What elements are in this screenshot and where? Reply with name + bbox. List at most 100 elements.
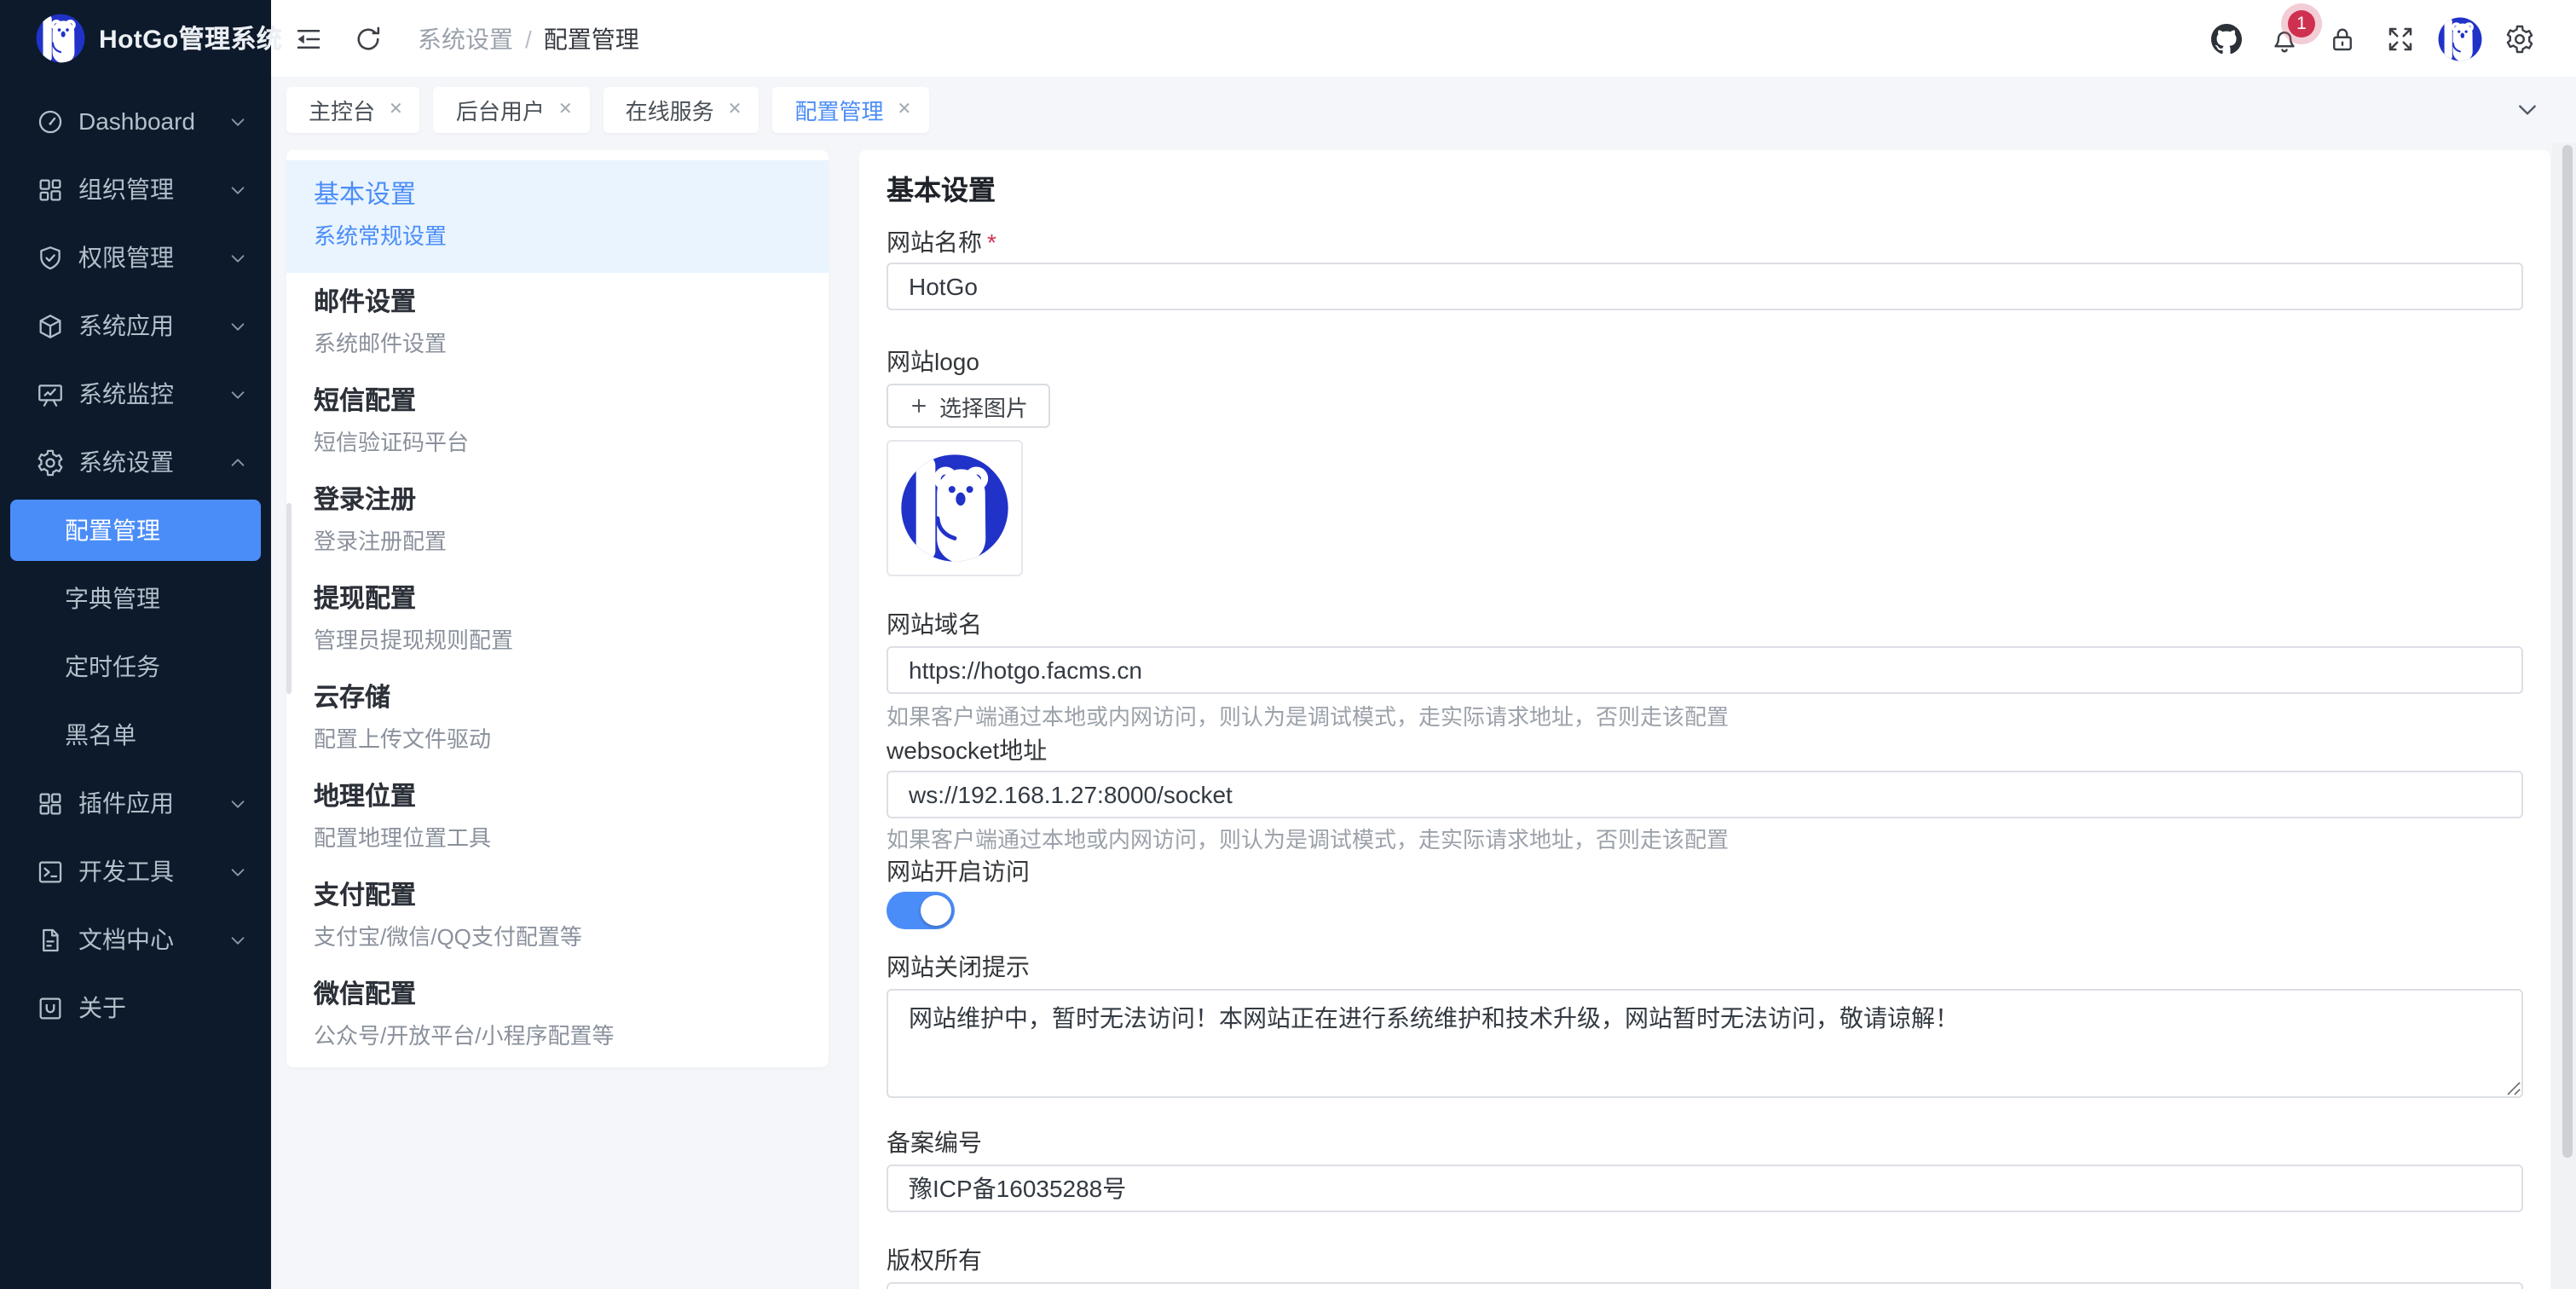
chevron-down-icon <box>228 862 247 881</box>
chevron-up-icon <box>228 453 247 471</box>
required-mark: * <box>987 228 996 256</box>
tab-admin-users[interactable]: 后台用户 ✕ <box>434 87 590 133</box>
user-avatar[interactable] <box>2438 16 2482 61</box>
icp-input[interactable] <box>887 1165 2523 1212</box>
settings-nav-cloud-storage[interactable]: 云存储 配置上传文件驱动 <box>286 668 829 767</box>
refresh-icon[interactable] <box>353 23 384 54</box>
chevron-down-icon <box>228 930 247 949</box>
app-logo[interactable]: HotGo管理系统 <box>0 0 271 77</box>
sidebar-item-config-management[interactable]: 配置管理 <box>10 500 261 561</box>
top-header: 系统设置 / 配置管理 1 <box>271 0 2576 77</box>
chevron-down-icon <box>228 794 247 812</box>
plus-icon <box>909 396 929 416</box>
sidebar-item-about[interactable]: 关于 <box>0 974 271 1042</box>
sidebar-item-settings[interactable]: 系统设置 <box>0 428 271 496</box>
copyright-input[interactable] <box>887 1282 2523 1289</box>
fullscreen-icon <box>2385 23 2416 54</box>
settings-nav-wechat[interactable]: 微信配置 公众号/开放平台/小程序配置等 <box>286 965 829 1064</box>
tab-close-icon[interactable]: ✕ <box>389 101 403 119</box>
settings-nav-card: 基本设置 系统常规设置 邮件设置 系统邮件设置 短信配置 短信验证码平台 登录注… <box>286 150 829 1067</box>
settings-nav-basic[interactable]: 基本设置 系统常规设置 <box>286 160 829 273</box>
tab-close-icon[interactable]: ✕ <box>558 101 573 119</box>
hotgo-admin-app: HotGo管理系统 Dashboard 组织管理 权限管理 系统应用 <box>0 0 2576 1289</box>
shield-check-icon <box>36 243 65 272</box>
plugin-grid-icon <box>36 789 65 818</box>
notification-badge: 1 <box>2288 10 2315 38</box>
sidebar: HotGo管理系统 Dashboard 组织管理 权限管理 系统应用 <box>0 0 271 1289</box>
app-title: HotGo管理系统 <box>99 20 282 56</box>
collapse-sidebar-icon[interactable] <box>293 23 324 54</box>
lock-icon <box>2327 23 2358 54</box>
site-logo-preview[interactable] <box>887 440 1023 576</box>
sidebar-item-dashboard[interactable]: Dashboard <box>0 87 271 155</box>
tabs-dropdown-icon[interactable] <box>2516 99 2538 121</box>
copyright-label: 版权所有 <box>887 1243 2523 1277</box>
tab-strip: 主控台 ✕ 后台用户 ✕ 在线服务 ✕ 配置管理 ✕ <box>271 77 2576 143</box>
lock-screen-button[interactable] <box>2313 0 2371 77</box>
sidebar-item-org[interactable]: 组织管理 <box>0 155 271 223</box>
close-tip-textarea[interactable]: 网站维护中，暂时无法访问！本网站正在进行系统维护和技术升级，网站暂时无法访问，敬… <box>887 989 2523 1098</box>
settings-nav-sms[interactable]: 短信配置 短信验证码平台 <box>286 372 829 471</box>
fullscreen-button[interactable] <box>2371 0 2429 77</box>
koala-logo-image <box>900 454 1009 563</box>
domain-helper: 如果客户端通过本地或内网访问，则认为是调试模式，走实际请求地址，否则走该配置 <box>887 702 2523 731</box>
websocket-helper: 如果客户端通过本地或内网访问，则认为是调试模式，走实际请求地址，否则走该配置 <box>887 825 2523 854</box>
tab-dashboard[interactable]: 主控台 ✕ <box>286 87 420 133</box>
settings-nav-geo[interactable]: 地理位置 配置地理位置工具 <box>286 767 829 866</box>
sidebar-menu: Dashboard 组织管理 权限管理 系统应用 系统监控 <box>0 77 271 1042</box>
dashboard-icon <box>36 107 65 136</box>
websocket-label: websocket地址 <box>887 733 2523 767</box>
chevron-down-icon <box>228 384 247 403</box>
site-name-label: 网站名称* <box>887 225 2523 259</box>
chevron-down-icon <box>228 180 247 199</box>
site-access-label: 网站开启访问 <box>887 854 2523 888</box>
nav-card-scrollbar[interactable] <box>286 503 292 694</box>
settings-nav-payment[interactable]: 支付配置 支付宝/微信/QQ支付配置等 <box>286 866 829 965</box>
gear-icon <box>2504 23 2535 54</box>
org-grid-icon <box>36 175 65 204</box>
gear-icon <box>36 448 65 477</box>
tab-online-service[interactable]: 在线服务 ✕ <box>604 87 760 133</box>
basic-settings-panel: 基本设置 网站名称* 网站logo 选择图片 网站域名 如果客户端通过本地或内网… <box>859 150 2550 1289</box>
site-name-input[interactable] <box>887 263 2523 310</box>
breadcrumb: 系统设置 / 配置管理 <box>418 21 639 55</box>
chevron-down-icon <box>228 316 247 335</box>
websocket-input[interactable] <box>887 771 2523 818</box>
panel-title: 基本设置 <box>887 174 2523 211</box>
icp-label: 备案编号 <box>887 1125 2523 1159</box>
site-access-toggle[interactable] <box>887 892 955 929</box>
site-logo-label: 网站logo <box>887 344 2523 379</box>
page-scrollbar-thumb[interactable] <box>2562 145 2573 1158</box>
domain-input[interactable] <box>887 646 2523 694</box>
tab-config-management[interactable]: 配置管理 ✕ <box>772 87 928 133</box>
settings-nav-email[interactable]: 邮件设置 系统邮件设置 <box>286 273 829 372</box>
breadcrumb-parent[interactable]: 系统设置 <box>418 21 513 55</box>
toggle-knob <box>921 895 951 926</box>
document-icon <box>36 925 65 954</box>
sidebar-item-dictionary[interactable]: 字典管理 <box>0 564 271 633</box>
koala-logo-icon <box>36 14 85 63</box>
settings-button[interactable] <box>2491 0 2549 77</box>
settings-nav-withdraw[interactable]: 提现配置 管理员提现规则配置 <box>286 569 829 668</box>
pick-image-button[interactable]: 选择图片 <box>887 384 1050 428</box>
sidebar-item-blacklist[interactable]: 黑名单 <box>0 701 271 769</box>
settings-nav-login[interactable]: 登录注册 登录注册配置 <box>286 471 829 569</box>
tab-close-icon[interactable]: ✕ <box>897 101 911 119</box>
close-tip-label: 网站关闭提示 <box>887 950 2523 984</box>
sidebar-item-permission[interactable]: 权限管理 <box>0 223 271 292</box>
sidebar-item-plugins[interactable]: 插件应用 <box>0 769 271 837</box>
sidebar-item-monitor[interactable]: 系统监控 <box>0 360 271 428</box>
chevron-down-icon <box>228 248 247 267</box>
sidebar-item-docs[interactable]: 文档中心 <box>0 905 271 974</box>
page-scrollbar-track <box>2552 143 2576 1289</box>
sidebar-item-cron[interactable]: 定时任务 <box>0 633 271 701</box>
monitor-chart-icon <box>36 379 65 408</box>
github-button[interactable] <box>2198 0 2255 77</box>
terminal-icon <box>36 857 65 886</box>
sidebar-item-apps[interactable]: 系统应用 <box>0 292 271 360</box>
content-area: 基本设置 系统常规设置 邮件设置 系统邮件设置 短信配置 短信验证码平台 登录注… <box>271 143 2576 1289</box>
sidebar-item-devtools[interactable]: 开发工具 <box>0 837 271 905</box>
tab-close-icon[interactable]: ✕ <box>728 101 742 119</box>
avatar-koala-icon <box>2438 16 2482 61</box>
notifications-button[interactable]: 1 <box>2255 0 2313 77</box>
